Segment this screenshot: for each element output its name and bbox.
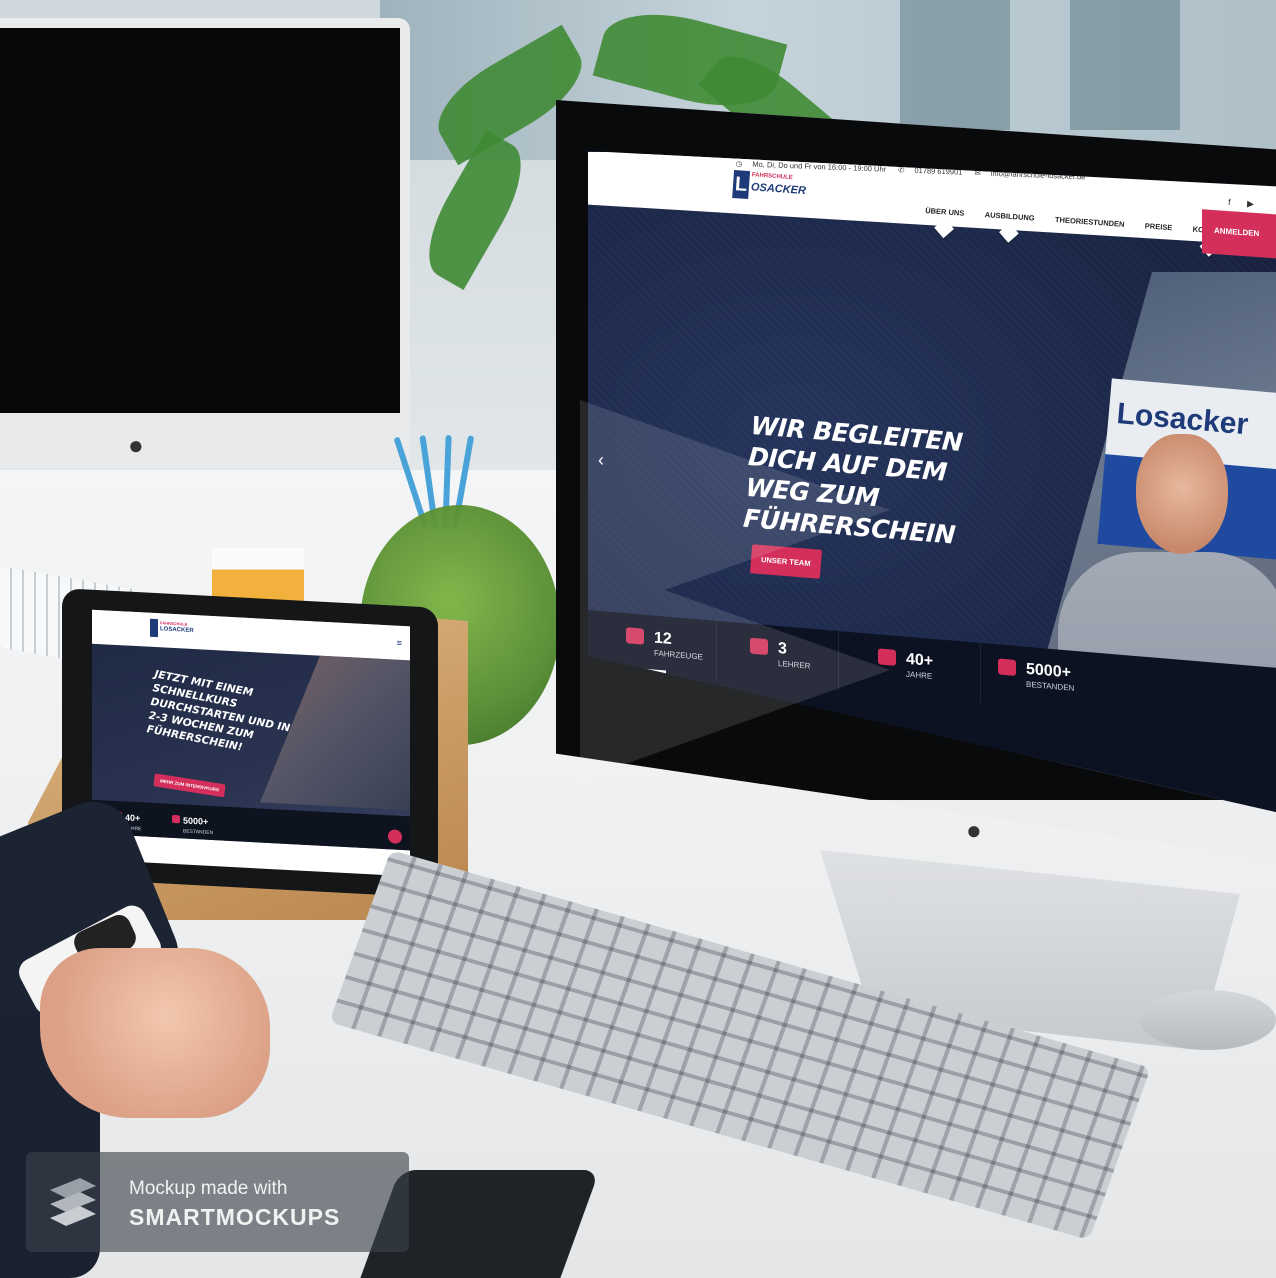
ghost-watermark-icon	[580, 400, 890, 780]
watermark-line2: SMARTMOCKUPS	[129, 1204, 341, 1230]
nav-label: ÜBER UNS	[924, 205, 965, 218]
stat-divider	[980, 642, 981, 704]
tablet-floating-action-icon[interactable]	[388, 829, 402, 844]
main-imac-foot	[1140, 990, 1276, 1050]
stat-number: 40+	[906, 650, 934, 670]
nav-label: AUSBILDUNG	[984, 210, 1035, 223]
apple-logo-icon: ●	[966, 815, 982, 845]
tablet-stat-number: 5000+	[183, 815, 209, 827]
stat-label: JAHRE	[906, 669, 933, 681]
nav-label: THEORIESTUNDEN	[1054, 215, 1125, 229]
smartmockups-logo-icon	[50, 1178, 96, 1226]
tablet-logo-line2: LOSACKER	[160, 626, 194, 635]
intensivkurs-button[interactable]: MEHR ZUM INTENSIVKURS	[153, 773, 226, 798]
site-logo[interactable]: L FAHRSCHULE OSACKER	[732, 170, 806, 204]
license-icon	[172, 814, 180, 824]
nav-item-preise[interactable]: PREISE	[1145, 221, 1173, 232]
watermark-line1: Mockup made with	[129, 1178, 288, 1199]
anmelden-button[interactable]: ANMELDEN	[1202, 209, 1276, 259]
nav-item-theoriestunden[interactable]: THEORIESTUNDEN	[1055, 215, 1125, 229]
instructor-photo-head	[1136, 434, 1228, 554]
window-pane	[900, 0, 1010, 130]
nav-label: PREISE	[1144, 221, 1173, 233]
tablet-stat-label: BESTANDEN	[183, 828, 214, 837]
nav-item-ausbildung[interactable]: AUSBILDUNG	[984, 210, 1035, 243]
window-pane	[1070, 0, 1180, 130]
tablet-logo-mark	[150, 618, 158, 638]
stat-number: 5000+	[1026, 660, 1071, 682]
hamburger-menu-icon[interactable]: ≡	[397, 638, 402, 648]
logo-mark: L	[732, 170, 751, 200]
logo-line1: FAHRSCHULE	[751, 172, 793, 182]
smartmockups-watermark: Mockup made with SMARTMOCKUPS	[26, 1152, 409, 1252]
logo-line2: OSACKER	[750, 181, 807, 198]
stat-bestanden: 5000+ BESTANDEN	[998, 658, 1074, 693]
facebook-icon[interactable]: f	[1228, 197, 1231, 207]
tablet-hero-headline: JETZT MIT EINEM SCHNELLKURS DURCHSTARTEN…	[145, 668, 291, 754]
tablet-logo[interactable]: FAHRSCHULE LOSACKER	[150, 618, 194, 643]
clock-icon: ◷	[735, 159, 743, 169]
social-links: f ▶	[1228, 197, 1255, 210]
tablet-stat-bestanden: 5000+ BESTANDEN	[172, 810, 213, 836]
left-imac-stand	[0, 18, 410, 468]
youtube-icon[interactable]: ▶	[1247, 198, 1255, 208]
license-icon	[998, 658, 1016, 676]
photo-scene: ● FAHRSCHULE LOSACKER ≡ JETZT MIT EINEM …	[0, 0, 1276, 1278]
nav-item-ueber-uns[interactable]: ÜBER UNS	[924, 205, 965, 239]
clasped-hands	[40, 948, 270, 1118]
tablet-screen: FAHRSCHULE LOSACKER ≡ JETZT MIT EINEM SC…	[92, 609, 410, 877]
